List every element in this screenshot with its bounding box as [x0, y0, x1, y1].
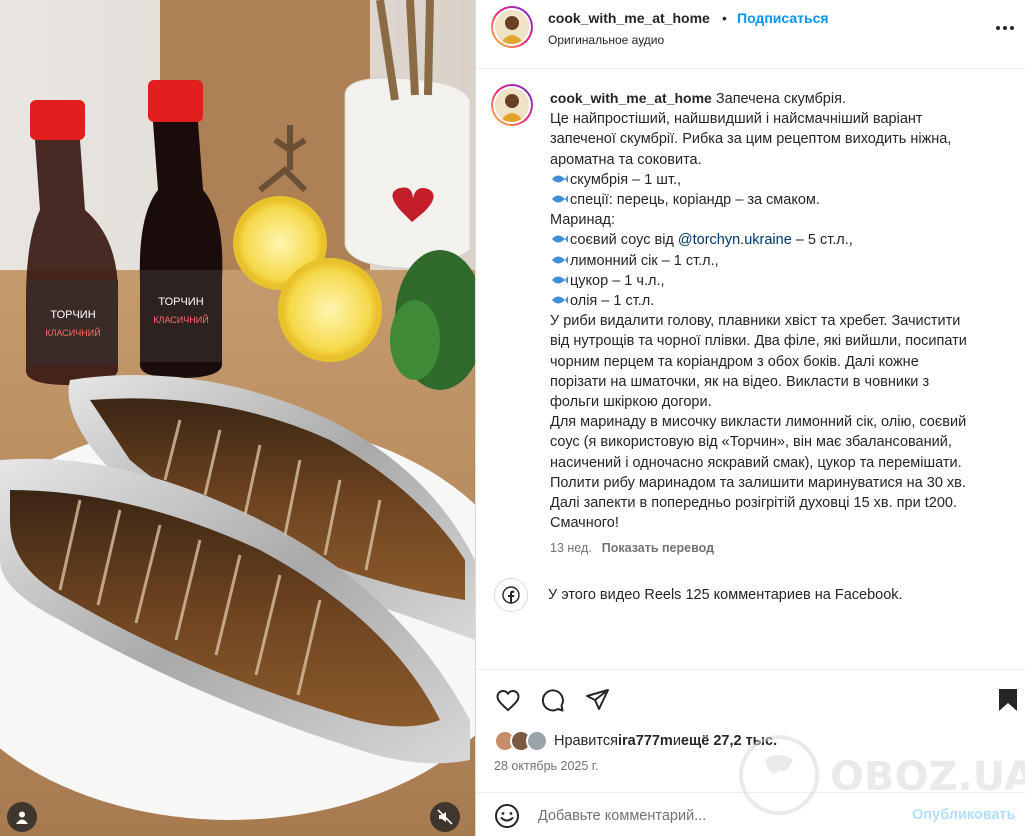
caption-line: Це найпростіший, найшвидший і найсмачніш…	[550, 111, 923, 128]
bottle-brand-2: ТОРЧИН	[158, 296, 203, 308]
caption-line: запеченої скумбрії. Рибка за цим рецепто…	[550, 131, 952, 148]
caption-line: Смачного!	[550, 515, 619, 532]
bookmark-icon[interactable]	[994, 686, 1022, 714]
header-username[interactable]: cook_with_me_at_home	[548, 10, 710, 26]
post-caption: cook_with_me_at_home Запечена скумбрія. …	[550, 88, 1000, 533]
likes-count[interactable]: ещё 27,2 тыс.	[681, 733, 777, 749]
bottle-sub: КЛАСИЧНИЙ	[45, 327, 100, 338]
caption-line: соус (я використовую від «Торчин», він м…	[550, 434, 952, 451]
post-panel: cook_with_me_at_home • Подписаться Ориги…	[475, 0, 1025, 836]
translate-button[interactable]: Показать перевод	[602, 541, 714, 555]
caption-line: цукор – 1 ч.л.,	[570, 272, 665, 289]
post-time-ago[interactable]: 13 нед.	[550, 541, 592, 555]
caption-username[interactable]: cook_with_me_at_home	[550, 90, 712, 106]
food-photo: ТОРЧИН КЛАСИЧНИЙ ТОРЧИН КЛАСИЧНИЙ	[0, 0, 475, 836]
post-comment-button[interactable]: Опубликовать	[912, 807, 1016, 823]
caption-line: Далі запекти в попередньо розігрітій дух…	[550, 495, 957, 512]
caption-line: У риби видалити голову, плавники хвіст т…	[550, 313, 961, 330]
caption-line: соєвий соус від	[570, 232, 678, 249]
audio-link[interactable]: Оригинальное аудио	[548, 33, 664, 47]
comment-box: Опубликовать	[476, 792, 1025, 836]
mention-link[interactable]: @torchyn.ukraine	[678, 232, 792, 248]
facebook-note-text: У этого видео Reels 125 комментариев на …	[548, 587, 903, 603]
more-icon[interactable]	[992, 16, 1018, 40]
facebook-comments-note: У этого видео Reels 125 комментариев на …	[494, 578, 903, 612]
user-tag-icon	[16, 811, 28, 824]
caption-line: від нутрощів та чорної плівки. Два філе,…	[550, 333, 967, 350]
fish-emoji-icon	[552, 255, 568, 264]
caption-line: Маринад:	[550, 212, 616, 229]
fish-emoji-icon	[552, 275, 568, 284]
bottle-brand: ТОРЧИН	[50, 309, 95, 321]
caption-meta: 13 нед. Показать перевод	[550, 541, 714, 555]
share-icon[interactable]	[584, 686, 612, 714]
likes-middle: и	[672, 733, 681, 749]
caption-line: порізати на шматочки, як на відео. Викла…	[550, 373, 930, 390]
caption-line: лимонний сік – 1 ст.л.,	[570, 252, 719, 269]
fish-emoji-icon	[552, 235, 568, 244]
fish-emoji-icon	[552, 296, 568, 305]
heart-icon[interactable]	[494, 686, 522, 714]
post-date: 28 октябрь 2025 г.	[494, 759, 599, 773]
emoji-icon[interactable]	[494, 803, 520, 829]
caption-line: насичений і одночасно яскравий смак), цу…	[550, 454, 962, 471]
caption-line: чорним перцем та коріандром з обох боків…	[550, 353, 919, 370]
caption-line: олія – 1 ст.л.	[570, 293, 655, 310]
mute-button[interactable]	[430, 802, 460, 832]
liker-avatars[interactable]	[494, 730, 554, 752]
fish-emoji-icon	[552, 174, 568, 183]
caption-line: Запечена скумбрія.	[715, 91, 846, 107]
post-actions: Нравится ira777m и ещё 27,2 тыс. 28 октя…	[476, 669, 1025, 836]
caption-line: скумбрія – 1 шт.,	[570, 171, 682, 188]
bottle-sub-2: КЛАСИЧНИЙ	[153, 314, 208, 325]
caption-avatar[interactable]	[491, 84, 533, 126]
user-tag-button[interactable]	[7, 802, 37, 832]
avatar[interactable]	[491, 6, 533, 48]
likes-prefix: Нравится	[554, 733, 618, 749]
caption-line: фольги шкіркою догори.	[550, 394, 712, 411]
comment-input[interactable]	[538, 803, 908, 829]
fish-emoji-icon	[552, 195, 568, 204]
comment-icon[interactable]	[538, 686, 566, 714]
header-separator: •	[722, 10, 727, 26]
follow-button[interactable]: Подписаться	[737, 10, 829, 26]
reel-video[interactable]: ТОРЧИН КЛАСИЧНИЙ ТОРЧИН КЛАСИЧНИЙ	[0, 0, 475, 836]
caption-line: – 5 ст.л.,	[791, 232, 853, 249]
mute-icon	[437, 809, 453, 825]
avatar	[526, 730, 548, 752]
caption-line: Полити рибу маринадом та залишити марину…	[550, 474, 966, 491]
caption-line: ароматна та соковита.	[550, 151, 702, 168]
post-header: cook_with_me_at_home • Подписаться Ориги…	[476, 0, 1025, 69]
likes-summary: Нравится ira777m и ещё 27,2 тыс.	[494, 730, 777, 752]
caption-line: спеції: перець, коріандр – за смаком.	[570, 192, 820, 209]
facebook-icon	[494, 578, 528, 612]
liker-username[interactable]: ira777m	[618, 733, 673, 749]
caption-line: Для маринаду в мисочку викласти лимонний…	[550, 414, 967, 431]
